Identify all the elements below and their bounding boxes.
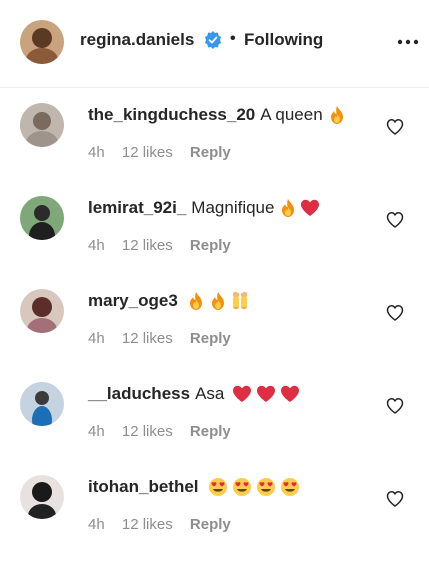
- comment-username[interactable]: the_kingduchess_20: [88, 105, 255, 125]
- comment-line: mary_oge3: [88, 291, 250, 311]
- comment-meta: 4h 12 likes Reply: [88, 423, 244, 440]
- comment-emojis: [186, 291, 250, 311]
- comment-avatar[interactable]: [20, 382, 64, 426]
- reply-button[interactable]: Reply: [190, 423, 231, 440]
- raising-hands-emoji-icon: [232, 291, 247, 309]
- heart-eyes-emoji-icon: [232, 478, 251, 496]
- following-button[interactable]: Following: [244, 30, 323, 50]
- post-header: regina.daniels • Following: [0, 0, 429, 88]
- header-avatar[interactable]: [20, 20, 64, 64]
- red-heart-emoji-icon: [301, 199, 320, 216]
- comment-item: itohan_bethel 4h 12 likes Reply: [0, 469, 429, 559]
- comment-emojis: [232, 384, 300, 404]
- comment-time: 4h: [88, 330, 105, 347]
- verified-badge-icon: [205, 31, 221, 49]
- reply-button[interactable]: Reply: [190, 237, 231, 254]
- comment-line: itohan_bethel: [88, 477, 300, 497]
- comment-line: lemirat_92i_ Magnifique: [88, 198, 320, 218]
- heart-eyes-emoji-icon: [208, 478, 227, 496]
- comment-text: A queen: [260, 105, 323, 124]
- comment-likes[interactable]: 12 likes: [122, 423, 173, 440]
- comment-username[interactable]: itohan_bethel: [88, 477, 199, 497]
- comment-meta: 4h 12 likes Reply: [88, 237, 244, 254]
- comment-item: the_kingduchess_20 A queen 4h 12 likes R…: [0, 97, 429, 187]
- comment-time: 4h: [88, 516, 105, 533]
- fire-emoji-icon: [211, 292, 224, 310]
- comment-emojis: [208, 477, 300, 497]
- header-username[interactable]: regina.daniels: [80, 30, 194, 50]
- comment-time: 4h: [88, 144, 105, 161]
- comment-avatar[interactable]: [20, 196, 64, 240]
- comment-likes[interactable]: 12 likes: [122, 330, 173, 347]
- comment-meta: 4h 12 likes Reply: [88, 144, 244, 161]
- reply-button[interactable]: Reply: [190, 330, 231, 347]
- comment-avatar[interactable]: [20, 289, 64, 333]
- like-heart-icon[interactable]: [386, 397, 404, 415]
- comment-item: __laduchess Asa 4h 12 likes Reply: [0, 376, 429, 466]
- fire-emoji-icon: [330, 106, 343, 124]
- heart-eyes-emoji-icon: [280, 478, 299, 496]
- fire-emoji-icon: [282, 199, 295, 217]
- like-heart-icon[interactable]: [386, 304, 404, 322]
- comment-meta: 4h 12 likes Reply: [88, 516, 244, 533]
- comment-time: 4h: [88, 423, 105, 440]
- like-heart-icon[interactable]: [386, 118, 404, 136]
- like-heart-icon[interactable]: [386, 211, 404, 229]
- comment-emojis: [278, 198, 320, 218]
- comment-text: Asa: [195, 384, 225, 403]
- fire-emoji-icon: [189, 292, 202, 310]
- red-heart-emoji-icon: [281, 385, 300, 402]
- comment-likes[interactable]: 12 likes: [122, 237, 173, 254]
- comment-username[interactable]: mary_oge3: [88, 291, 178, 311]
- comment-item: mary_oge3 4h 12 likes Reply: [0, 283, 429, 373]
- comment-item: lemirat_92i_ Magnifique 4h 12 likes Repl…: [0, 190, 429, 280]
- comment-avatar[interactable]: [20, 475, 64, 519]
- comment-emojis: [327, 105, 347, 125]
- like-heart-icon[interactable]: [386, 490, 404, 508]
- comment-text: Magnifique: [191, 198, 275, 217]
- reply-button[interactable]: Reply: [190, 516, 231, 533]
- comment-avatar[interactable]: [20, 103, 64, 147]
- comment-line: __laduchess Asa: [88, 384, 300, 404]
- comment-username[interactable]: __laduchess: [88, 384, 190, 404]
- comment-likes[interactable]: 12 likes: [122, 516, 173, 533]
- comment-meta: 4h 12 likes Reply: [88, 330, 244, 347]
- more-options-icon[interactable]: [396, 38, 420, 46]
- red-heart-emoji-icon: [257, 385, 276, 402]
- comment-likes[interactable]: 12 likes: [122, 144, 173, 161]
- header-separator: •: [230, 30, 236, 47]
- heart-eyes-emoji-icon: [256, 478, 275, 496]
- comment-time: 4h: [88, 237, 105, 254]
- comment-line: the_kingduchess_20 A queen: [88, 105, 347, 125]
- comment-username[interactable]: lemirat_92i_: [88, 198, 186, 218]
- red-heart-emoji-icon: [233, 385, 252, 402]
- reply-button[interactable]: Reply: [190, 144, 231, 161]
